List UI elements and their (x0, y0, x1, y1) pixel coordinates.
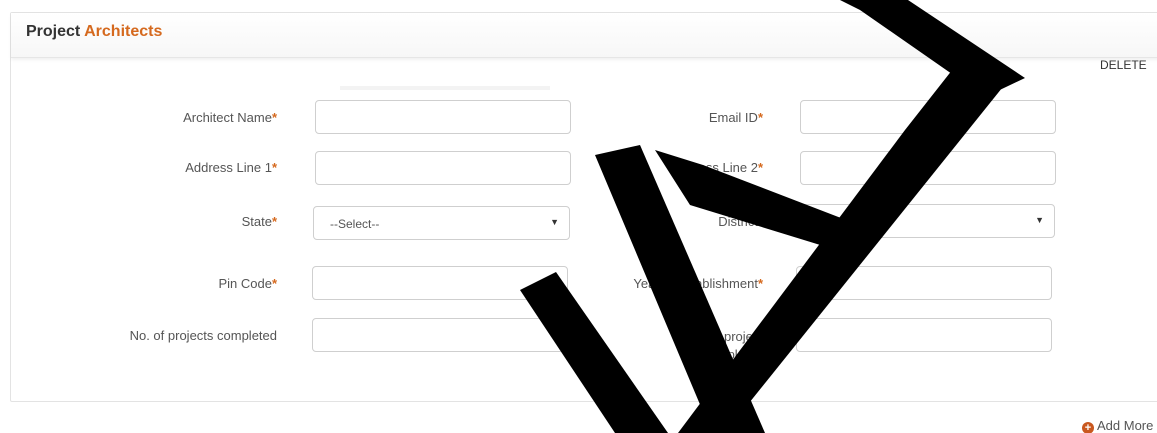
projects-completed-label: No. of projects completed (129, 328, 277, 343)
section-title-accent: Architects (84, 23, 163, 40)
district-label: District* (718, 214, 763, 229)
required-marker: * (271, 276, 277, 291)
section-title: Project Architects (26, 23, 162, 41)
email-id-label: Email ID* (708, 110, 763, 125)
year-of-establishment-label: Year of establishment* (633, 276, 763, 291)
delete-link[interactable]: DELETE (1100, 58, 1147, 72)
value-of-project-completed-input[interactable] (796, 318, 1052, 352)
address-line-2-input[interactable] (800, 151, 1056, 185)
pin-code-label: Pin Code* (218, 276, 277, 291)
required-marker: * (757, 214, 763, 229)
year-of-establishment-input[interactable] (796, 266, 1052, 300)
state-select[interactable]: --Select-- ▼ (313, 206, 570, 240)
plus-circle-icon: + (1082, 422, 1094, 433)
caret-down-icon: ▼ (550, 217, 559, 227)
district-select-value: --Select-- (815, 215, 865, 229)
add-more-label: Add More (1097, 418, 1154, 433)
district-select[interactable]: --Select-- ▼ (798, 204, 1055, 238)
caret-down-icon: ▼ (1035, 215, 1044, 225)
section-title-prefix: Project (26, 23, 81, 40)
state-label: State* (241, 214, 277, 229)
email-id-input[interactable] (800, 100, 1056, 134)
value-of-project-completed-label: Value of project Completed (673, 329, 763, 362)
projects-completed-input[interactable] (312, 318, 568, 352)
required-marker: * (271, 160, 277, 175)
address-line-1-input[interactable] (315, 151, 571, 185)
architect-name-label: Architect Name* (183, 110, 277, 125)
pin-code-input[interactable] (312, 266, 568, 300)
architect-name-input[interactable] (315, 100, 571, 134)
project-architects-page: Project Architects DELETE Architect Name… (0, 0, 1157, 433)
required-marker: * (757, 276, 763, 291)
required-marker: * (271, 214, 277, 229)
state-select-value: --Select-- (330, 217, 380, 231)
add-more-button[interactable]: + Add More (1082, 418, 1153, 433)
address-line-1-label: Address Line 1* (185, 160, 277, 175)
required-marker: * (757, 110, 763, 125)
address-line-2-label: Address Line 2* (671, 160, 763, 175)
faint-divider (340, 86, 550, 90)
panel-heading: Project Architects (11, 13, 1157, 58)
required-marker: * (271, 110, 277, 125)
required-marker: * (757, 160, 763, 175)
